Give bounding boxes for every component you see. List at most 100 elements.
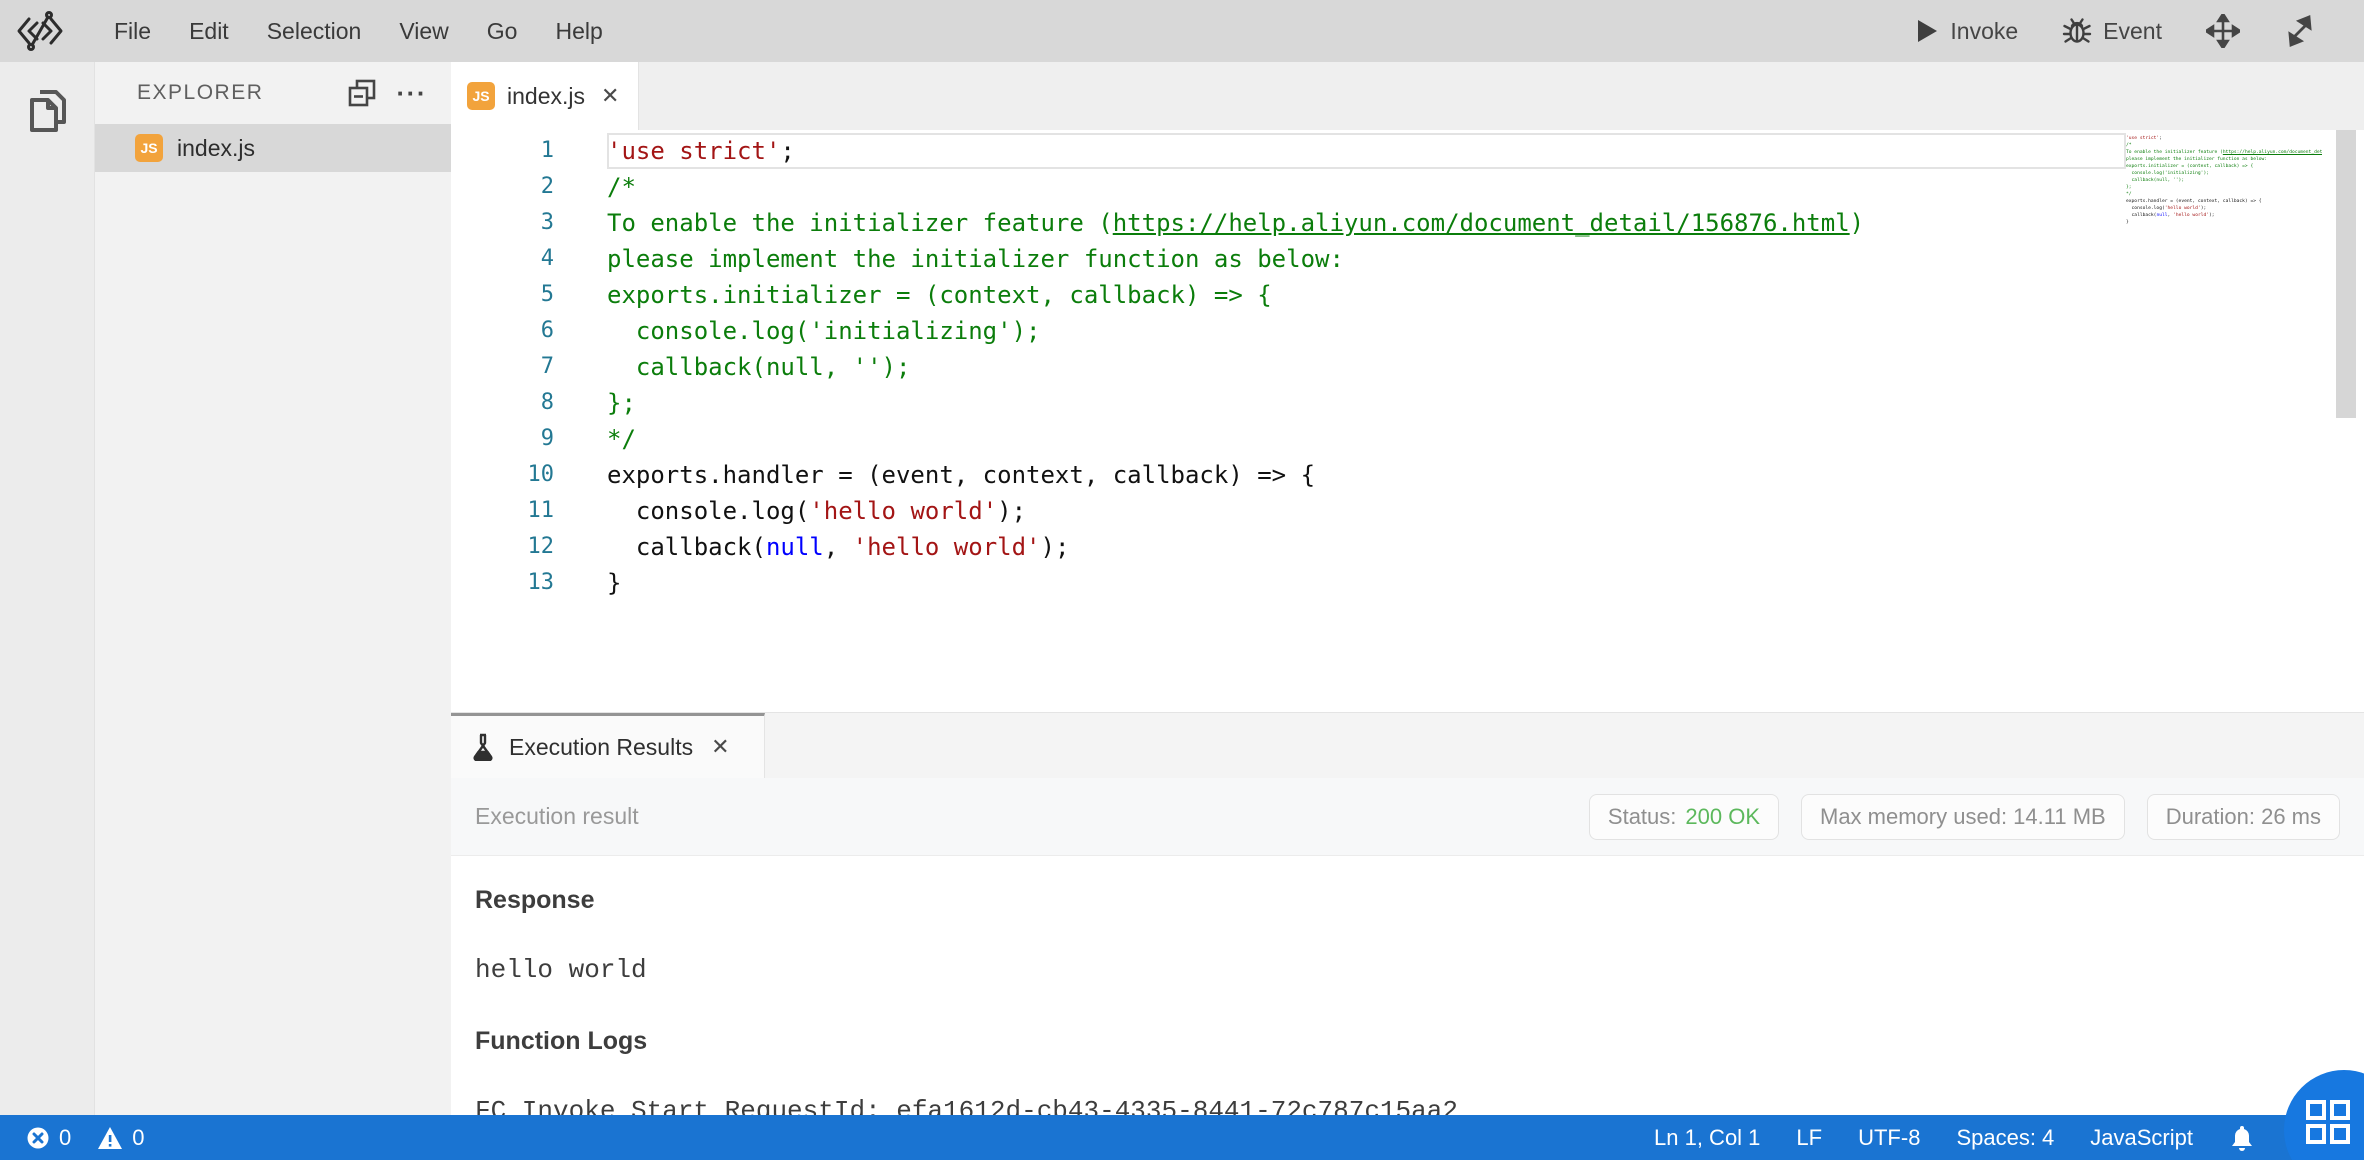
code-line-4[interactable]: please implement the initializer functio… [607, 241, 2126, 277]
minimap-line: }; [2126, 184, 2322, 191]
menu-item-help[interactable]: Help [555, 18, 602, 45]
flask-icon [471, 733, 495, 761]
activity-bar [0, 62, 95, 1115]
play-icon [1915, 18, 1939, 44]
line-number: 6 [451, 313, 554, 349]
code-line-5[interactable]: exports.initializer = (context, callback… [607, 277, 2126, 313]
expand-icon[interactable] [2284, 15, 2316, 47]
scrollbar-thumb[interactable] [2336, 130, 2356, 418]
code-line-3[interactable]: To enable the initializer feature (https… [607, 205, 2126, 241]
code-line-13[interactable]: } [607, 565, 2126, 601]
menu-actions: Invoke Event [1915, 14, 2316, 48]
line-number-gutter: 12345678910111213 [451, 130, 599, 712]
code-line-6[interactable]: console.log('initializing'); [607, 313, 2126, 349]
line-number: 4 [451, 241, 554, 277]
code-line-11[interactable]: console.log('hello world'); [607, 493, 2126, 529]
warning-icon [97, 1126, 123, 1150]
minimap-line: 'use strict'; [2126, 135, 2322, 142]
execution-results-panel: Execution Results ✕ Execution result Sta… [451, 712, 2364, 1115]
minimap-line: To enable the initializer feature (https… [2126, 149, 2322, 156]
code-editor[interactable]: 12345678910111213 'use strict';/*To enab… [451, 130, 2364, 712]
code-line-8[interactable]: }; [607, 385, 2126, 421]
menu-item-selection[interactable]: Selection [267, 18, 362, 45]
panel-tab-label: Execution Results [509, 734, 693, 761]
line-number: 13 [451, 565, 554, 601]
bug-icon [2062, 16, 2092, 46]
app-logo-icon [16, 8, 64, 54]
close-icon[interactable]: ✕ [711, 734, 729, 760]
event-label: Event [2103, 18, 2162, 45]
menu-item-edit[interactable]: Edit [189, 18, 229, 45]
close-icon[interactable]: ✕ [601, 83, 619, 109]
invoke-button[interactable]: Invoke [1915, 18, 2018, 45]
file-name: index.js [177, 135, 255, 162]
code-lines[interactable]: 'use strict';/*To enable the initializer… [599, 130, 2126, 712]
minimap-line: exports.initializer = (context, callback… [2126, 163, 2322, 170]
minimap-line: console.log('initializing'); [2126, 170, 2322, 177]
js-file-icon: JS [467, 82, 495, 110]
tab-index-js[interactable]: JS index.js ✕ [451, 62, 639, 130]
minimap-line: exports.handler = (event, context, callb… [2126, 198, 2322, 205]
line-number: 10 [451, 457, 554, 493]
bell-icon[interactable] [2229, 1124, 2255, 1152]
code-line-10[interactable]: exports.handler = (event, context, callb… [607, 457, 2126, 493]
code-line-9[interactable]: */ [607, 421, 2126, 457]
menu-item-view[interactable]: View [399, 18, 448, 45]
minimap-line: callback(null, ''); [2126, 177, 2322, 184]
section-body: hello world [475, 955, 2340, 985]
line-number: 8 [451, 385, 554, 421]
badge-label: Status: [1608, 804, 1676, 830]
ide-window: File Edit Selection View Go Help Invoke Event [0, 0, 2364, 1160]
code-line-1[interactable]: 'use strict'; [607, 133, 2126, 169]
main-area: EXPLORER ··· JS index.js JS index.js [0, 62, 2364, 1115]
js-file-icon: JS [135, 134, 163, 162]
code-line-7[interactable]: callback(null, ''); [607, 349, 2126, 385]
file-list: JS index.js [95, 124, 451, 172]
status-item-lf[interactable]: LF [1796, 1125, 1822, 1151]
status-item-ln-1-col-1[interactable]: Ln 1, Col 1 [1654, 1125, 1760, 1151]
result-badge-1: Max memory used: 14.11 MB [1801, 794, 2125, 840]
status-item-utf-8[interactable]: UTF-8 [1858, 1125, 1920, 1151]
code-line-2[interactable]: /* [607, 169, 2126, 205]
panel-tab-bar: Execution Results ✕ [451, 712, 2364, 778]
badge-label: Max memory used: 14.11 MB [1820, 804, 2106, 830]
problems-status[interactable]: 0 0 [26, 1125, 145, 1151]
minimap[interactable]: 'use strict';/*To enable the initializer… [2126, 130, 2322, 712]
collapse-all-button[interactable] [347, 78, 377, 108]
result-badge-2: Duration: 26 ms [2147, 794, 2340, 840]
collapse-all-icon [347, 78, 377, 108]
code-line-12[interactable]: callback(null, 'hello world'); [607, 529, 2126, 565]
execution-result-header: Execution result Status:200 OK Max memory… [451, 778, 2364, 856]
editor-tab-bar: JS index.js ✕ [451, 62, 2364, 130]
explorer-header: EXPLORER ··· [95, 62, 451, 124]
tab-execution-results[interactable]: Execution Results ✕ [451, 713, 765, 778]
line-number: 7 [451, 349, 554, 385]
more-actions-button[interactable]: ··· [397, 78, 427, 109]
section-heading: Response [475, 886, 2340, 915]
status-bar-right: Ln 1, Col 1 LF UTF-8 Spaces: 4 JavaScript [1654, 1124, 2306, 1152]
menu-item-go[interactable]: Go [487, 18, 518, 45]
event-button[interactable]: Event [2062, 16, 2162, 46]
result-badge-0: Status:200 OK [1589, 794, 1779, 840]
files-icon[interactable] [24, 86, 70, 136]
result-badges: Status:200 OK Max memory used: 14.11 MB Du… [1589, 794, 2340, 840]
editor-scrollbar[interactable] [2322, 130, 2364, 712]
invoke-label: Invoke [1950, 18, 2018, 45]
move-icon[interactable] [2206, 14, 2240, 48]
execution-result-body: Responsehello worldFunction LogsFC Invok… [451, 856, 2364, 1115]
status-bar: 0 0 Ln 1, Col 1 LF UTF-8 Spaces: 4 JavaScrip… [0, 1115, 2364, 1160]
minimap-line: /* [2126, 142, 2322, 149]
file-item-index-js[interactable]: JS index.js [95, 124, 451, 172]
minimap-line: callback(null, 'hello world'); [2126, 212, 2322, 219]
tab-label: index.js [507, 83, 585, 110]
line-number: 2 [451, 169, 554, 205]
status-item-spaces-4[interactable]: Spaces: 4 [1956, 1125, 2054, 1151]
minimap-line: please implement the initializer functio… [2126, 156, 2322, 163]
execution-result-label: Execution result [475, 803, 639, 830]
line-number: 3 [451, 205, 554, 241]
line-number: 12 [451, 529, 554, 565]
minimap-line: */ [2126, 191, 2322, 198]
menu-item-file[interactable]: File [114, 18, 151, 45]
section-heading: Function Logs [475, 1027, 2340, 1056]
status-item-javascript[interactable]: JavaScript [2090, 1125, 2193, 1151]
